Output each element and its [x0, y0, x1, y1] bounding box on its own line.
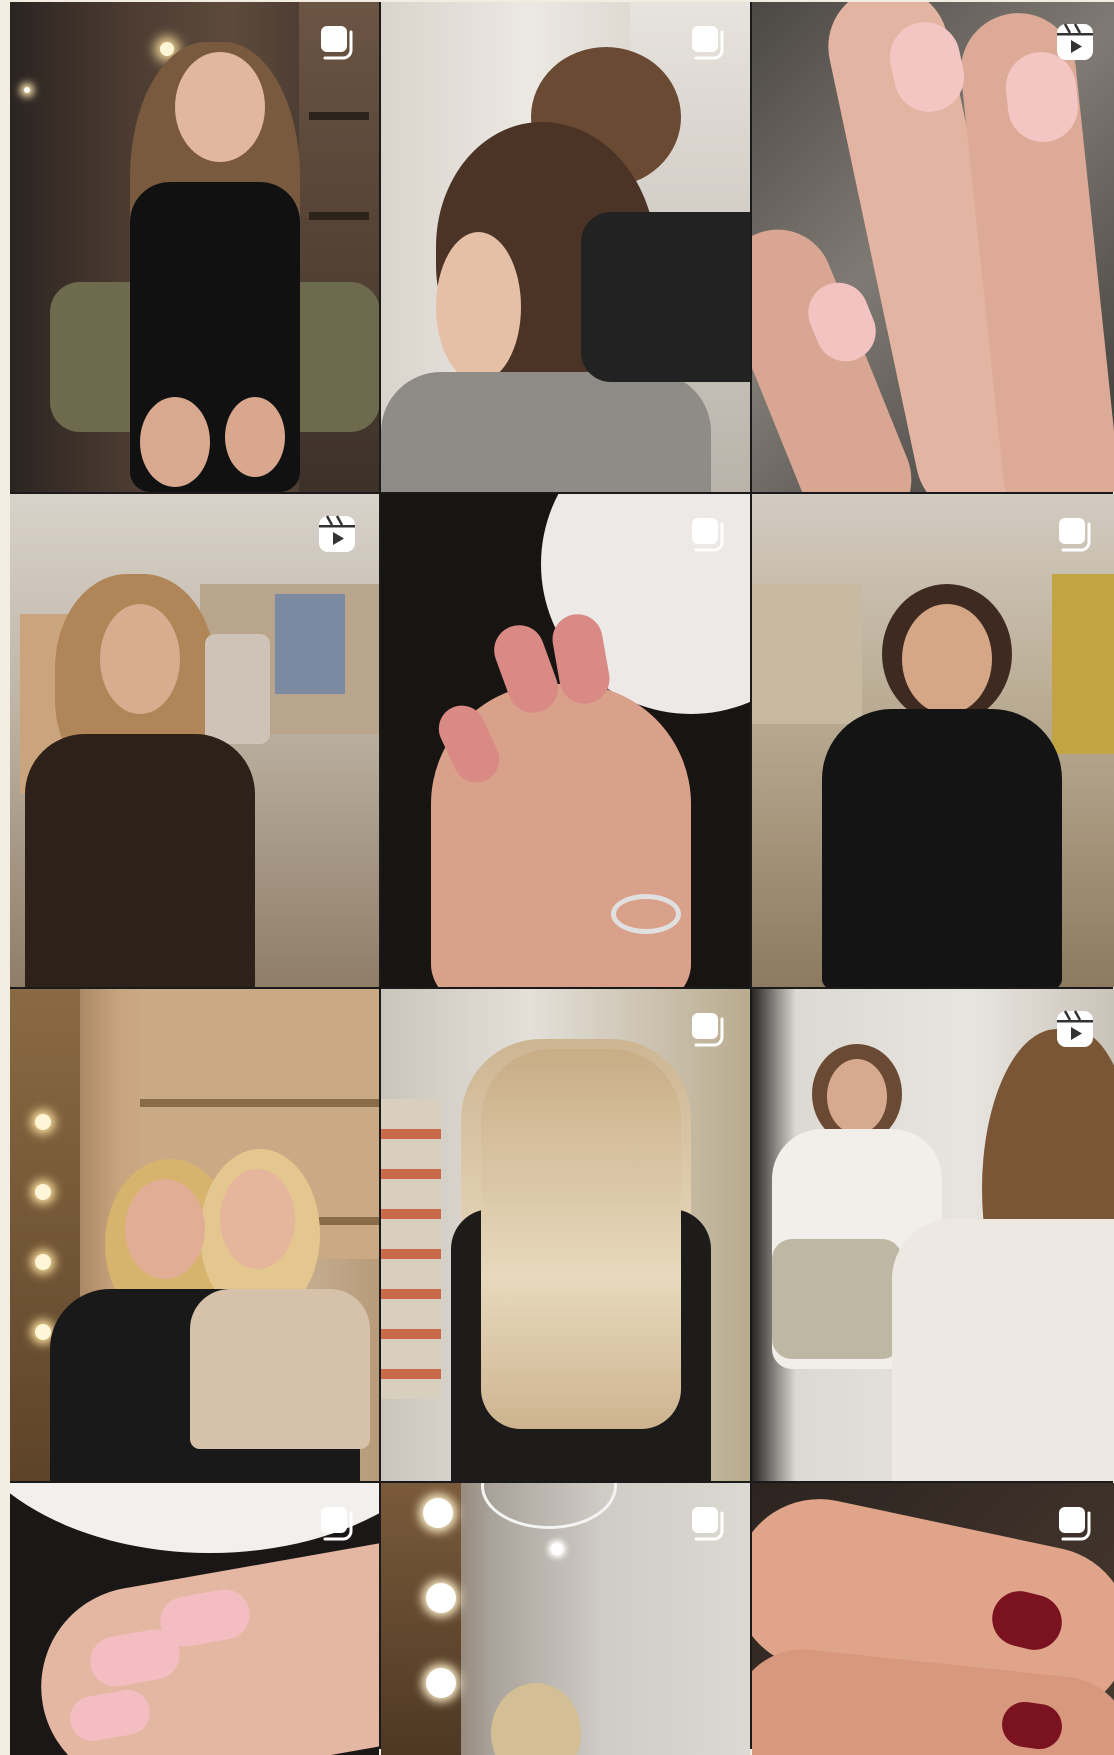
- post-tile-10[interactable]: [10, 1483, 379, 1755]
- carousel-icon: [686, 1007, 730, 1051]
- post-tile-3[interactable]: [752, 2, 1114, 492]
- carousel-icon: [686, 1501, 730, 1545]
- post-tile-5[interactable]: [381, 494, 750, 987]
- reel-icon: [1053, 20, 1097, 64]
- reel-icon: [315, 512, 359, 556]
- post-tile-7[interactable]: [10, 989, 379, 1481]
- post-image-3: [752, 2, 1114, 492]
- post-tile-1[interactable]: [10, 2, 379, 492]
- post-image-1: [10, 2, 379, 492]
- post-tile-12[interactable]: [752, 1483, 1114, 1755]
- carousel-icon: [686, 512, 730, 556]
- page-background: [0, 0, 1114, 1755]
- post-tile-11[interactable]: [381, 1483, 750, 1755]
- post-grid: [10, 2, 1114, 1755]
- carousel-icon: [315, 1501, 359, 1545]
- post-image-7: [10, 989, 379, 1481]
- post-image-5: [381, 494, 750, 987]
- post-tile-6[interactable]: [752, 494, 1114, 987]
- carousel-icon: [686, 20, 730, 64]
- post-tile-4[interactable]: [10, 494, 379, 987]
- carousel-icon: [1053, 1501, 1097, 1545]
- carousel-icon: [1053, 512, 1097, 556]
- post-image-6: [752, 494, 1114, 987]
- post-image-8: [381, 989, 750, 1481]
- carousel-icon: [315, 20, 359, 64]
- post-tile-9[interactable]: [752, 989, 1114, 1481]
- post-image-2: [381, 2, 750, 492]
- reel-icon: [1053, 1007, 1097, 1051]
- post-image-4: [10, 494, 379, 987]
- post-image-9: [752, 989, 1114, 1481]
- post-tile-2[interactable]: [381, 2, 750, 492]
- post-tile-8[interactable]: [381, 989, 750, 1481]
